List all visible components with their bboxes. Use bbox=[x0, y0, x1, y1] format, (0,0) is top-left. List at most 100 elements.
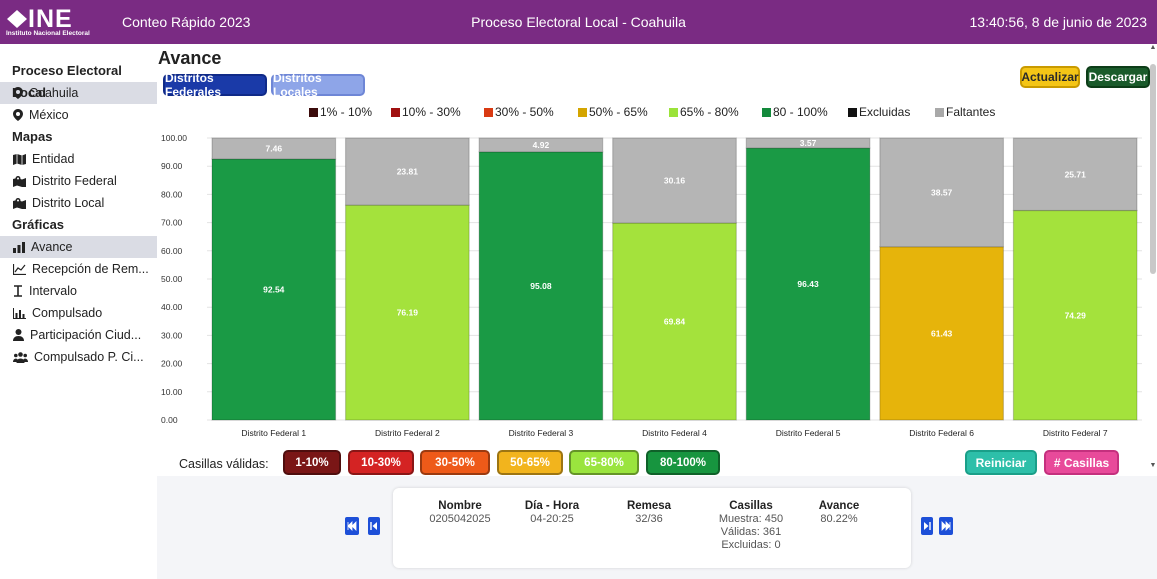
info-excluidas: Excluidas: 0 bbox=[721, 539, 781, 551]
legend-item: 80 - 100% bbox=[762, 105, 828, 119]
sidebar-item-avance[interactable]: Avance bbox=[0, 236, 157, 258]
x-tick-label: Distrito Federal 5 bbox=[776, 428, 841, 438]
sidebar-item-label: Coahuila bbox=[29, 86, 79, 100]
next-page-button[interactable] bbox=[921, 517, 933, 535]
scrollbar[interactable]: ▲ ▼ bbox=[1149, 44, 1157, 474]
first-page-button[interactable] bbox=[345, 517, 359, 535]
skip-prev-icon bbox=[370, 522, 377, 530]
avance-chart-svg: 0.00 10.00 20.00 30.00 40.00 50.00 60.00 70.00 8… bbox=[161, 133, 1142, 438]
info-validas: Válidas: 361 bbox=[720, 526, 782, 538]
y-tick-label: 50.00 bbox=[161, 274, 183, 284]
scroll-down-icon[interactable]: ▼ bbox=[1149, 462, 1157, 470]
info-remesa-header: Remesa bbox=[626, 500, 672, 512]
y-tick-label: 100.00 bbox=[161, 133, 187, 143]
map-region-icon bbox=[13, 197, 26, 209]
skip-next-icon bbox=[924, 522, 931, 530]
main-panel: Avance Distritos Federales Distritos Loc… bbox=[157, 44, 1157, 579]
legend-swatch bbox=[391, 107, 400, 117]
sidebar-item-compulsado-pci[interactable]: Compulsado P. Ci... bbox=[0, 346, 157, 368]
tab-distritos-locales[interactable]: Distritos Locales bbox=[271, 71, 365, 99]
legend-label: 65% - 80% bbox=[680, 105, 739, 119]
map-region-icon bbox=[13, 175, 26, 187]
info-nombre-value: 0205042025 bbox=[429, 513, 491, 525]
download-button[interactable]: Descargar bbox=[1086, 66, 1150, 88]
y-tick-label: 30.00 bbox=[161, 330, 183, 340]
data-label: 61.43 bbox=[931, 328, 953, 338]
filter-button-30-50[interactable]: 30-50% bbox=[420, 450, 490, 475]
filter-button-1-10[interactable]: 1-10% bbox=[283, 450, 341, 475]
sidebar-item-label: Distrito Federal bbox=[32, 174, 117, 188]
sidebar-item-recepcion[interactable]: Recepción de Rem... bbox=[0, 258, 157, 280]
data-label: 74.29 bbox=[1065, 310, 1087, 320]
legend-item: 50% - 65% bbox=[578, 105, 648, 119]
info-avance: Avance 80.22% bbox=[809, 500, 869, 526]
x-tick-label: Distrito Federal 4 bbox=[642, 428, 707, 438]
tab-distritos-federales[interactable]: Distritos Federales bbox=[163, 71, 267, 99]
info-remesa-value: 32/36 bbox=[635, 513, 663, 525]
y-tick-label: 80.00 bbox=[161, 189, 183, 199]
casillas-button[interactable]: # Casillas bbox=[1044, 450, 1119, 475]
sidebar-item-mexico[interactable]: México bbox=[0, 104, 157, 126]
legend-label: 80 - 100% bbox=[773, 105, 828, 119]
scroll-up-icon[interactable]: ▲ bbox=[1149, 44, 1157, 52]
legend-label: Faltantes bbox=[946, 105, 996, 119]
sidebar-item-label: Distrito Local bbox=[32, 196, 105, 210]
info-remesa: Remesa 32/36 bbox=[619, 500, 679, 526]
info-avance-header: Avance bbox=[818, 500, 860, 512]
sidebar-item-compulsado[interactable]: Compulsado bbox=[0, 302, 157, 324]
legend-item: Excluidas bbox=[848, 105, 910, 119]
map-pin-icon bbox=[13, 87, 23, 99]
legend-swatch bbox=[848, 107, 857, 117]
data-label: 38.57 bbox=[931, 187, 953, 197]
info-casillas: Casillas Muestra: 450 Válidas: 361 Exclu… bbox=[711, 500, 791, 552]
casillas-validas-label: Casillas válidas: bbox=[179, 457, 269, 471]
scrollbar-thumb[interactable] bbox=[1150, 64, 1156, 274]
x-tick-label: Distrito Federal 3 bbox=[509, 428, 574, 438]
prev-page-button[interactable] bbox=[368, 517, 380, 535]
data-label: 23.81 bbox=[397, 167, 419, 177]
x-tick-label: Distrito Federal 2 bbox=[375, 428, 440, 438]
info-dia-header: Día - Hora bbox=[524, 500, 580, 512]
sidebar-item-entidad[interactable]: Entidad bbox=[0, 148, 157, 170]
reset-button[interactable]: Reiniciar bbox=[965, 450, 1037, 475]
info-nombre: Nombre 0205042025 bbox=[425, 500, 495, 526]
sidebar-item-label: Compulsado bbox=[32, 306, 103, 320]
x-tick-label: Distrito Federal 7 bbox=[1043, 428, 1108, 438]
info-casillas-header: Casillas bbox=[729, 500, 773, 512]
x-tick-label: Distrito Federal 1 bbox=[241, 428, 306, 438]
data-label: 69.84 bbox=[664, 317, 686, 327]
legend-item: 65% - 80% bbox=[669, 105, 739, 119]
sidebar-item-label: México bbox=[29, 108, 69, 122]
data-label: 96.43 bbox=[797, 279, 819, 289]
legend-swatch bbox=[309, 107, 318, 117]
sidebar-item-label: Entidad bbox=[32, 152, 75, 166]
people-icon bbox=[13, 351, 28, 363]
update-button[interactable]: Actualizar bbox=[1020, 66, 1080, 88]
sidebar-item-distrito-local[interactable]: Distrito Local bbox=[0, 192, 157, 214]
x-tick-label: Distrito Federal 6 bbox=[909, 428, 974, 438]
y-tick-label: 60.00 bbox=[161, 246, 183, 256]
filter-button-80-100[interactable]: 80-100% bbox=[646, 450, 720, 475]
legend-item: 1% - 10% bbox=[309, 105, 372, 119]
sidebar-item-distrito-federal[interactable]: Distrito Federal bbox=[0, 170, 157, 192]
legend-swatch bbox=[578, 107, 587, 117]
info-dia-value: 04-20:25 bbox=[530, 513, 574, 525]
map-icon bbox=[13, 153, 26, 165]
legend-item: Faltantes bbox=[935, 105, 995, 119]
skip-last-icon bbox=[941, 521, 951, 531]
filter-button-65-80[interactable]: 65-80% bbox=[569, 450, 639, 475]
info-avance-value: 80.22% bbox=[820, 513, 858, 525]
legend-label: 1% - 10% bbox=[320, 105, 373, 119]
filter-button-10-30[interactable]: 10-30% bbox=[348, 450, 414, 475]
info-dia-hora: Día - Hora 04-20:25 bbox=[517, 500, 587, 526]
data-label: 92.54 bbox=[263, 285, 285, 295]
column-chart-icon bbox=[13, 307, 26, 319]
filter-button-50-65[interactable]: 50-65% bbox=[497, 450, 563, 475]
sidebar: Proceso Electoral Local Coahuila México … bbox=[0, 44, 157, 579]
y-tick-label: 70.00 bbox=[161, 218, 183, 228]
map-pin-icon bbox=[13, 109, 23, 121]
sidebar-item-intervalo[interactable]: Intervalo bbox=[0, 280, 157, 302]
sidebar-item-participacion[interactable]: Participación Ciud... bbox=[0, 324, 157, 346]
last-page-button[interactable] bbox=[939, 517, 953, 535]
sidebar-section-proceso: Proceso Electoral Local bbox=[12, 63, 122, 100]
